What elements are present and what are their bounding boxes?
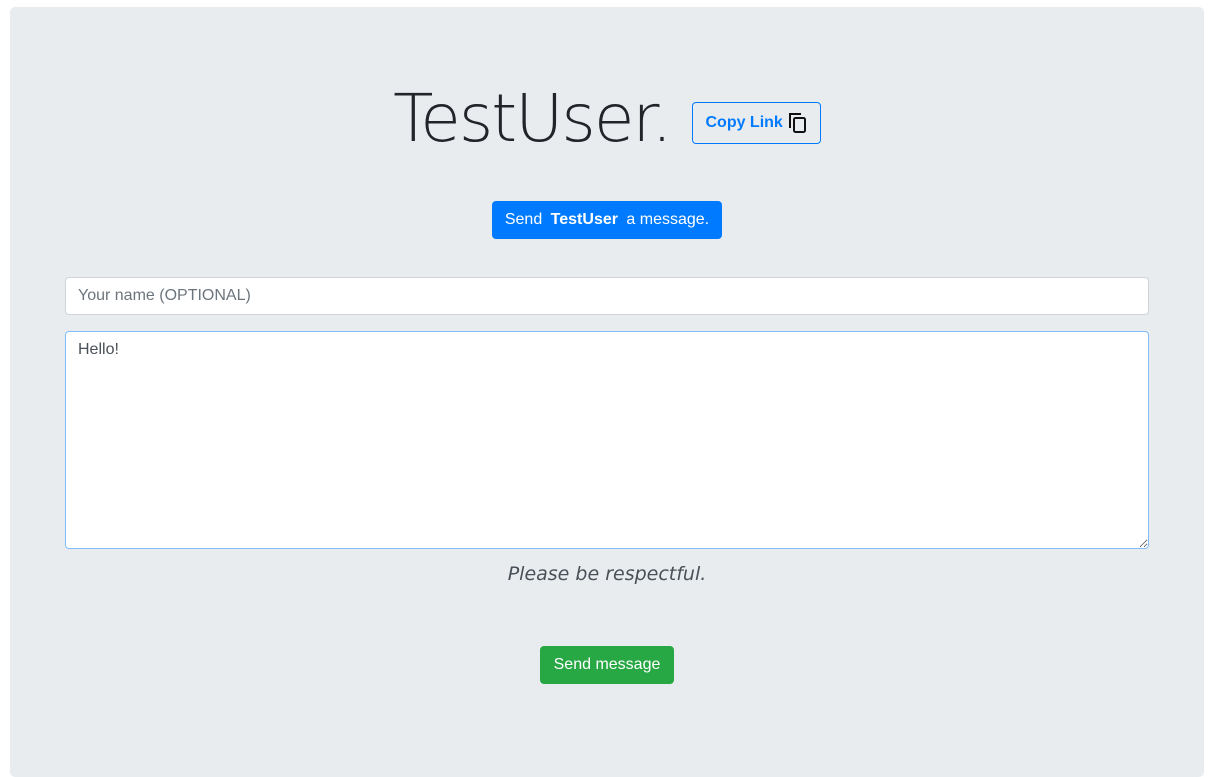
send-banner: Send TestUser a message.	[491, 201, 723, 239]
name-input[interactable]	[65, 277, 1149, 315]
copy-link-label: Copy Link	[705, 114, 783, 131]
message-textarea[interactable]: Hello!	[65, 331, 1149, 549]
banner-username: TestUser	[550, 211, 618, 228]
copy-icon	[788, 112, 808, 134]
respect-hint: Please be respectful.	[507, 563, 707, 585]
banner-suffix: a message.	[621, 211, 710, 228]
copy-link-button[interactable]: Copy Link	[692, 102, 821, 144]
message-panel: TestUser. Copy Link Send TestUser a mess…	[10, 7, 1204, 777]
banner-row: Send TestUser a message.	[10, 201, 1204, 239]
submit-row: Send message	[10, 646, 1204, 684]
page-title: TestUser.	[393, 80, 672, 157]
header-row: TestUser. Copy Link	[10, 79, 1204, 159]
banner-prefix: Send	[504, 211, 547, 228]
send-message-button[interactable]: Send message	[539, 646, 675, 684]
